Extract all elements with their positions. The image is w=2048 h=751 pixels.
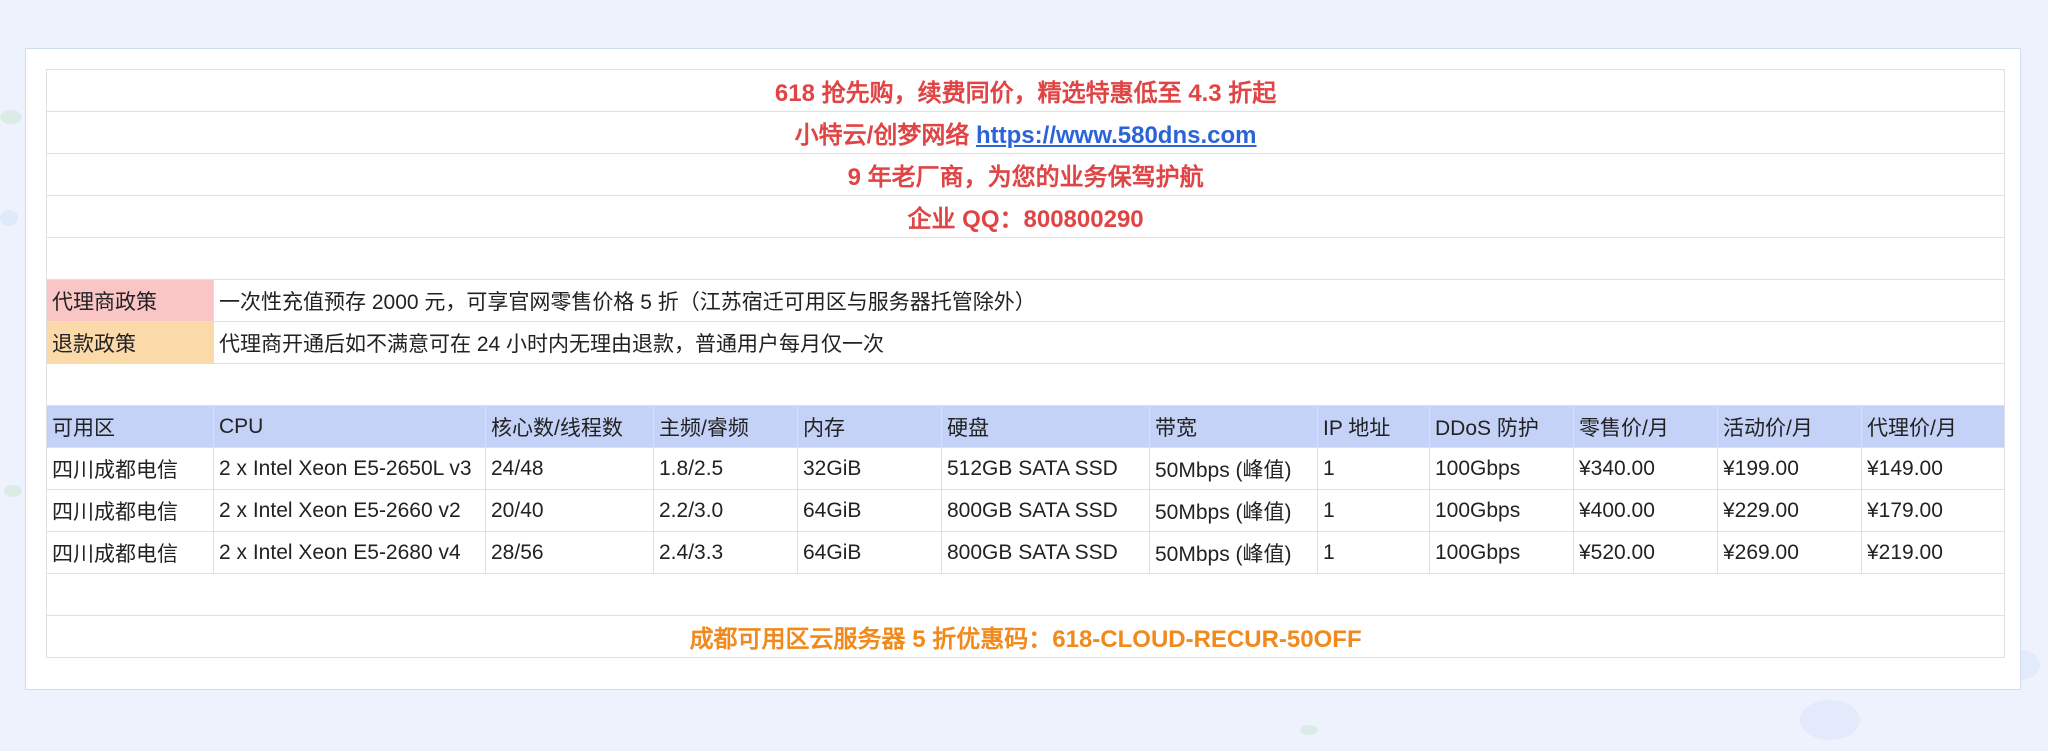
column-header: 零售价/月 (1573, 405, 1718, 448)
spacer-row (45, 363, 2006, 406)
table-cell: 64GiB (797, 531, 942, 574)
spacer-row (45, 573, 2006, 616)
table-cell: ¥340.00 (1573, 447, 1718, 490)
policy-text-refund: 代理商开通后如不满意可在 24 小时内无理由退款，普通用户每月仅一次 (212, 321, 2006, 364)
table-cell: 2 x Intel Xeon E5-2680 v4 (213, 531, 486, 574)
table-row: 四川成都电信 2 x Intel Xeon E5-2660 v2 20/40 2… (46, 489, 2006, 532)
table-cell: ¥219.00 (1860, 531, 2006, 574)
table-cell: ¥199.00 (1717, 447, 1862, 490)
table-cell: 2.4/3.3 (653, 531, 798, 574)
tagline: 9 年老厂商，为您的业务保驾护航 (45, 153, 2006, 196)
table-cell: 2.2/3.0 (653, 489, 798, 532)
table-cell: 2 x Intel Xeon E5-2650L v3 (213, 447, 486, 490)
table-cell: 32GiB (797, 447, 942, 490)
policy-label-reseller: 代理商政策 (46, 279, 214, 322)
table-header-row: 可用区 CPU 核心数/线程数 主频/睿频 内存 硬盘 带宽 IP 地址 DDo… (46, 405, 2006, 448)
table-cell: ¥179.00 (1860, 489, 2006, 532)
pricing-sheet: 618 抢先购，续费同价，精选特惠低至 4.3 折起 小特云/创梦网络 http… (45, 69, 2006, 658)
column-header: IP 地址 (1317, 405, 1430, 448)
table-row: 四川成都电信 2 x Intel Xeon E5-2680 v4 28/56 2… (46, 531, 2006, 574)
table-cell: 100Gbps (1429, 489, 1574, 532)
promo-headline: 618 抢先购，续费同价，精选特惠低至 4.3 折起 (45, 69, 2006, 112)
table-row: 四川成都电信 2 x Intel Xeon E5-2650L v3 24/48 … (46, 447, 2006, 490)
column-header: 带宽 (1149, 405, 1318, 448)
table-cell: 四川成都电信 (46, 489, 214, 532)
table-cell: 64GiB (797, 489, 942, 532)
spacer-row (45, 237, 2006, 280)
table-cell: 1 (1317, 531, 1430, 574)
column-header: 可用区 (46, 405, 214, 448)
table-cell: ¥520.00 (1573, 531, 1718, 574)
policy-label-refund: 退款政策 (46, 321, 214, 364)
column-header: 主频/睿频 (653, 405, 798, 448)
table-cell: 2 x Intel Xeon E5-2660 v2 (213, 489, 486, 532)
pricing-card: 618 抢先购，续费同价，精选特惠低至 4.3 折起 小特云/创梦网络 http… (25, 48, 2021, 690)
column-header: 核心数/线程数 (485, 405, 654, 448)
table-cell: 1.8/2.5 (653, 447, 798, 490)
table-cell: 24/48 (485, 447, 654, 490)
policy-text-reseller: 一次性充值预存 2000 元，可享官网零售价格 5 折（江苏宿迁可用区与服务器托… (212, 279, 2006, 322)
column-header: 活动价/月 (1717, 405, 1862, 448)
table-cell: 800GB SATA SSD (941, 531, 1150, 574)
column-header: CPU (213, 405, 486, 448)
table-cell: 1 (1317, 447, 1430, 490)
table-cell: 512GB SATA SSD (941, 447, 1150, 490)
table-cell: ¥400.00 (1573, 489, 1718, 532)
table-cell: 50Mbps (峰值) (1149, 447, 1318, 490)
column-header: 内存 (797, 405, 942, 448)
background-decoration (0, 210, 18, 226)
column-header: 硬盘 (941, 405, 1150, 448)
coupon-code-banner: 成都可用区云服务器 5 折优惠码：618-CLOUD-RECUR-50OFF (45, 615, 2006, 658)
table-cell: 20/40 (485, 489, 654, 532)
table-cell: ¥269.00 (1717, 531, 1862, 574)
table-cell: 100Gbps (1429, 447, 1574, 490)
background-decoration (1800, 700, 1860, 740)
table-cell: 800GB SATA SSD (941, 489, 1150, 532)
table-cell: 50Mbps (峰值) (1149, 489, 1318, 532)
table-cell: 四川成都电信 (46, 531, 214, 574)
background-decoration (4, 485, 22, 497)
table-cell: ¥229.00 (1717, 489, 1862, 532)
table-cell: 1 (1317, 489, 1430, 532)
table-cell: 100Gbps (1429, 531, 1574, 574)
table-cell: 50Mbps (峰值) (1149, 531, 1318, 574)
table-cell: 28/56 (485, 531, 654, 574)
column-header: 代理价/月 (1860, 405, 2006, 448)
background-decoration (1300, 725, 1318, 735)
background-decoration (0, 110, 22, 124)
website-link[interactable]: https://www.580dns.com (976, 122, 1257, 149)
table-cell: 四川成都电信 (46, 447, 214, 490)
brand-name: 小特云/创梦网络 (794, 122, 976, 149)
brand-line: 小特云/创梦网络 https://www.580dns.com (45, 111, 2006, 154)
table-cell: ¥149.00 (1860, 447, 2006, 490)
column-header: DDoS 防护 (1429, 405, 1574, 448)
contact-qq: 企业 QQ：800800290 (45, 195, 2006, 238)
